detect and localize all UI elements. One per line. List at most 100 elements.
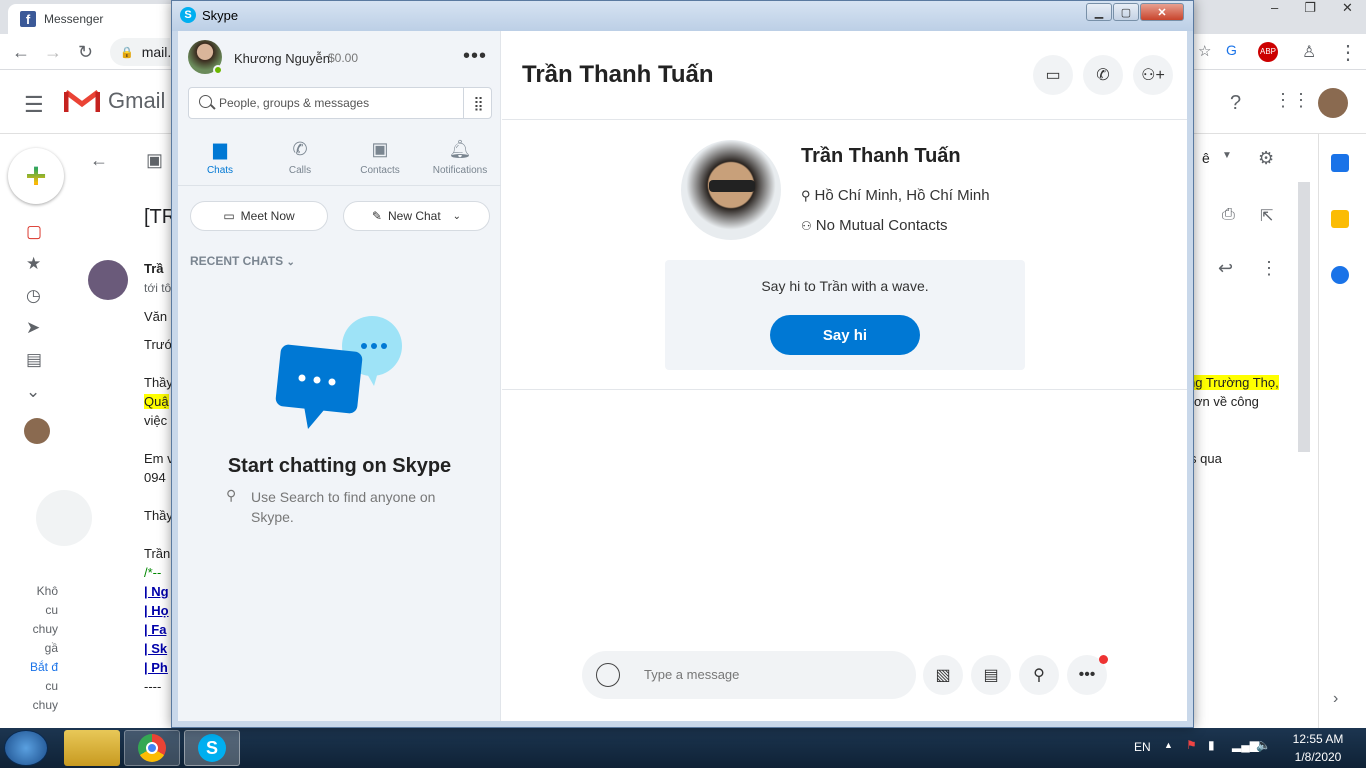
new-chat-button[interactable]: ✎ New Chat ⌄ — [343, 201, 490, 231]
starred-icon[interactable]: ★ — [26, 254, 41, 274]
gmail-m-icon — [63, 88, 101, 114]
volume-icon[interactable]: 🔈 — [1256, 738, 1271, 752]
close-icon[interactable]: ✕ — [1342, 0, 1353, 22]
add-people-button[interactable]: ⚇+ — [1133, 55, 1173, 95]
power-icon[interactable]: ▮ — [1208, 738, 1215, 752]
forward-arrow-icon[interactable]: → — [44, 42, 62, 63]
action-center-flag-icon[interactable]: ⚑ — [1186, 738, 1197, 752]
email-more-icon[interactable]: ⋮ — [1260, 258, 1278, 279]
skype-taskbar-button[interactable]: S — [184, 730, 240, 766]
recipient-line: tới tô — [144, 281, 172, 295]
chrome-menu-icon[interactable]: ⋮ — [1338, 40, 1358, 65]
main-menu-icon[interactable]: ☰ — [24, 92, 44, 118]
search-input[interactable]: People, groups & messages ⣿ — [188, 87, 492, 119]
archive-icon[interactable]: ▣ — [146, 150, 163, 171]
label-dropdown-icon[interactable]: ▼ — [1222, 150, 1232, 161]
chrome-window-controls: – ❐ ✕ — [1258, 0, 1366, 22]
file-explorer-icon[interactable] — [64, 730, 120, 766]
system-tray: EN ▲ ⚑ ▮ ▂▄▆ 🔈 12:55 AM 1/8/2020 — [1130, 730, 1366, 766]
settings-gear-icon[interactable]: ⚙ — [1258, 148, 1274, 169]
more-chevron-icon[interactable]: ⌄ — [26, 382, 40, 402]
search-icon — [199, 95, 212, 108]
sent-icon[interactable]: ➤ — [26, 318, 40, 338]
snoozed-icon[interactable]: ◷ — [26, 286, 41, 306]
minimize-icon[interactable]: – — [1271, 0, 1278, 22]
browser-tab[interactable]: f Messenger — [8, 4, 178, 34]
drafts-icon[interactable]: ▤ — [26, 350, 42, 370]
clock-date[interactable]: 1/8/2020 — [1286, 750, 1350, 764]
skype-logo-icon: S — [180, 7, 196, 23]
send-location-button[interactable]: ⚲ — [1019, 655, 1059, 695]
sender-name: Trầ — [144, 261, 164, 276]
apps-grid-icon[interactable]: ⋮⋮ — [1274, 90, 1310, 111]
meet-now-button[interactable]: ▭ Meet Now — [190, 201, 328, 231]
tab-contacts[interactable]: ▣ Contacts — [340, 139, 420, 176]
chrome-taskbar-button[interactable] — [124, 730, 180, 766]
message-input[interactable]: Type a message — [582, 651, 916, 699]
emoji-icon[interactable] — [596, 663, 620, 687]
recent-chats-header[interactable]: RECENT CHATS ⌄ — [190, 254, 295, 268]
tasks-icon[interactable] — [1331, 266, 1349, 284]
skype-minimize-button[interactable]: ▁ — [1086, 3, 1112, 21]
address-bar[interactable]: 🔒 mail. — [110, 38, 171, 66]
contact-location: ⚲ Hồ Chí Minh, Hồ Chí Minh — [801, 187, 990, 204]
contact-avatar[interactable] — [681, 140, 781, 240]
print-icon[interactable]: ⎙ — [1222, 206, 1235, 224]
gmail-logo[interactable]: Gmail — [63, 88, 166, 114]
skype-credit[interactable]: $0.00 — [328, 51, 358, 65]
chat-bubbles-illustration — [274, 314, 410, 432]
show-hidden-icons-icon[interactable]: ▲ — [1164, 740, 1173, 750]
tab-contacts-label: Contacts — [360, 165, 400, 176]
network-icon[interactable]: ▂▄▆ — [1232, 738, 1259, 752]
profile-name[interactable]: Khương Nguyễn — [234, 51, 330, 66]
back-to-inbox-icon[interactable]: ← — [90, 150, 108, 171]
reply-icon[interactable]: ↩ — [1218, 258, 1233, 279]
message-placeholder: Type a message — [644, 667, 740, 682]
inbox-icon[interactable]: ▢ — [26, 222, 42, 242]
open-new-window-icon[interactable]: ⇱ — [1260, 206, 1273, 226]
language-indicator[interactable]: EN — [1134, 740, 1151, 754]
skype-close-button[interactable]: ✕ — [1140, 3, 1184, 21]
adblock-icon[interactable]: ABP — [1258, 42, 1278, 62]
more-options-icon[interactable]: ••• — [463, 45, 487, 68]
conversation-title[interactable]: Trần Thanh Tuấn — [522, 61, 714, 89]
help-icon[interactable]: ? — [1230, 92, 1241, 115]
video-camera-icon: ▭ — [1045, 67, 1061, 84]
skype-titlebar[interactable]: S Skype ▁ ▢ ✕ — [172, 1, 1193, 31]
skype-window: S Skype ▁ ▢ ✕ Khương Nguyễn $0.00 ••• Pe… — [171, 0, 1194, 728]
calendar-icon[interactable] — [1331, 154, 1349, 172]
send-media-button[interactable]: ▧ — [923, 655, 963, 695]
dialpad-icon[interactable]: ⣿ — [463, 88, 493, 118]
hangouts-avatar[interactable] — [24, 418, 50, 444]
skype-maximize-button[interactable]: ▢ — [1113, 3, 1139, 21]
say-hi-button[interactable]: Say hi — [770, 315, 920, 355]
extension-icon[interactable]: ♙ — [1302, 42, 1316, 62]
send-contact-button[interactable]: ▤ — [971, 655, 1011, 695]
tab-calls[interactable]: ✆ Calls — [260, 139, 340, 176]
skype-content: Khương Nguyễn $0.00 ••• People, groups &… — [178, 31, 1187, 721]
gmail-logo-text: Gmail — [108, 88, 166, 113]
tab-calls-label: Calls — [288, 165, 312, 176]
sender-avatar — [88, 260, 128, 300]
reload-icon[interactable]: ↻ — [78, 42, 93, 63]
people-icon: ⚇ — [801, 219, 812, 233]
conversation-divider — [502, 389, 1187, 390]
video-call-button[interactable]: ▭ — [1033, 55, 1073, 95]
tab-chats[interactable]: ▆ Chats — [180, 139, 260, 176]
start-button[interactable] — [4, 730, 48, 766]
bookmark-star-icon[interactable]: ☆ — [1198, 42, 1211, 60]
clock-time[interactable]: 12:55 AM — [1286, 732, 1350, 746]
tab-notifications[interactable]: 🔔︎ Notifications — [420, 139, 500, 176]
gmail-scrollbar[interactable] — [1298, 182, 1310, 452]
maximize-icon[interactable]: ❐ — [1304, 0, 1316, 22]
gmail-account-avatar[interactable] — [1318, 88, 1348, 118]
wave-prompt: Say hi to Trần with a wave. — [761, 278, 929, 294]
browser-tab-title: Messenger — [44, 12, 104, 26]
compose-button[interactable]: + — [8, 148, 64, 204]
translate-icon[interactable]: G — [1226, 42, 1237, 58]
audio-call-button[interactable]: ✆ — [1083, 55, 1123, 95]
expand-panel-icon[interactable]: › — [1333, 690, 1338, 708]
new-chat-label: New Chat — [387, 209, 441, 223]
keep-icon[interactable] — [1331, 210, 1349, 228]
back-arrow-icon[interactable]: ← — [12, 42, 30, 63]
